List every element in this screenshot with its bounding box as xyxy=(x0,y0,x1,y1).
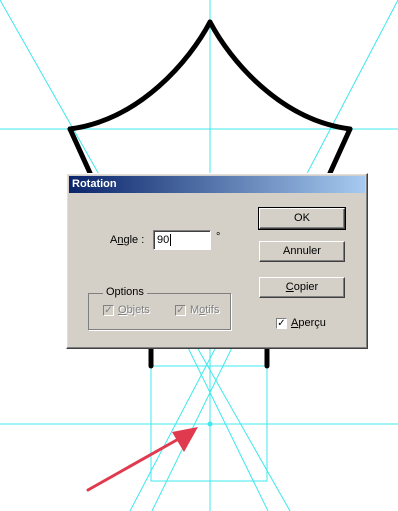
options-group: Options ✓ Objets ✓ Motifs xyxy=(88,286,231,330)
shape-left-side xyxy=(67,126,93,176)
ok-button[interactable]: OK xyxy=(258,207,346,230)
cancel-button[interactable]: Annuler xyxy=(259,241,345,262)
shape-right-curve xyxy=(207,19,353,132)
dialog-titlebar[interactable]: Rotation xyxy=(69,176,365,193)
objects-checkbox[interactable]: ✓ xyxy=(103,305,114,316)
preview-label: Aperçu xyxy=(291,317,326,329)
objects-label: Objets xyxy=(118,304,150,316)
patterns-checkbox[interactable]: ✓ xyxy=(175,305,186,316)
shape-left-curve xyxy=(67,19,213,132)
angle-value: 90 xyxy=(157,234,170,246)
copy-button[interactable]: Copier xyxy=(259,277,345,298)
patterns-label: Motifs xyxy=(190,304,220,316)
angle-label: Angle : xyxy=(110,234,145,246)
options-legend: Options xyxy=(103,286,147,298)
preview-checkbox[interactable]: ✓ xyxy=(276,318,287,329)
rotation-origin-icon[interactable] xyxy=(204,418,216,430)
shape-right-side xyxy=(327,126,353,176)
angle-input[interactable]: 90 xyxy=(153,230,211,250)
dialog-title: Rotation xyxy=(72,178,117,190)
rotation-dialog: Rotation Angle : 90 ° OK Annuler Copier … xyxy=(66,173,368,349)
degree-symbol: ° xyxy=(216,231,221,243)
text-caret xyxy=(170,234,172,247)
